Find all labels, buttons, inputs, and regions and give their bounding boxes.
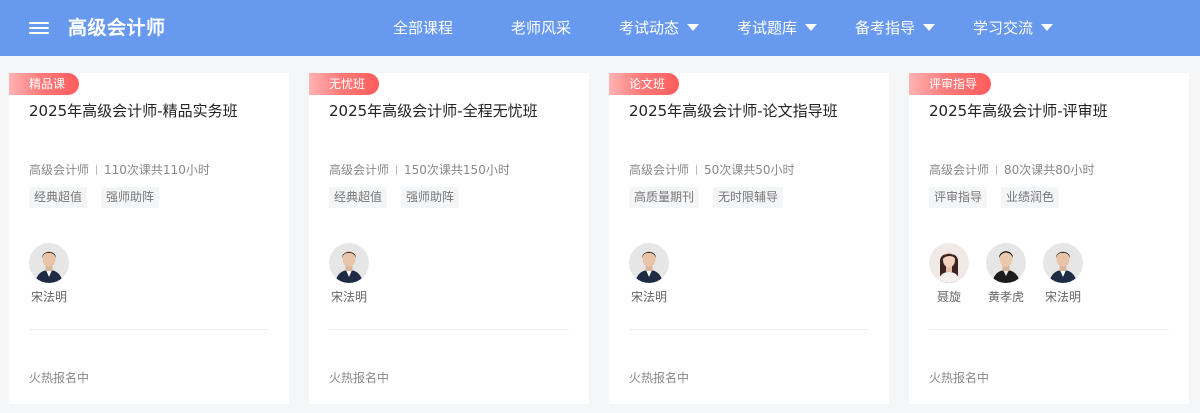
course-tags: 经典超值 强师助阵 xyxy=(329,187,460,209)
course-meta: 高级会计师 150次课共150小时 xyxy=(329,162,510,178)
course-category: 高级会计师 xyxy=(929,163,990,177)
teacher[interactable]: 黄孝虎 xyxy=(986,243,1026,304)
course-lessons: 150次课共150小时 xyxy=(404,163,510,177)
card-divider xyxy=(29,329,269,330)
course-tag: 经典超值 xyxy=(29,187,88,208)
male-teacher-avatar xyxy=(29,243,69,283)
enrollment-status: 火热报名中 xyxy=(929,371,990,385)
teacher-name: 宋法明 xyxy=(630,290,667,304)
course-meta: 高级会计师 80次课共80小时 xyxy=(929,162,1095,178)
nav-exam-news[interactable]: 考试动态 xyxy=(619,17,700,39)
teacher[interactable]: 宋法明 xyxy=(629,243,669,304)
nav-all-courses[interactable]: 全部课程 xyxy=(393,17,453,39)
enrollment-status: 火热报名中 xyxy=(329,371,390,385)
course-title[interactable]: 2025年高级会计师-评审班 xyxy=(929,100,1108,122)
course-badge: 评审指导 xyxy=(909,73,992,95)
teacher-list: 聂旋 黄孝虎 宋法明 xyxy=(929,243,1083,304)
course-lessons: 110次课共110小时 xyxy=(104,163,210,177)
course-tag: 评审指导 xyxy=(929,187,988,208)
card-divider xyxy=(329,329,569,330)
nav-teachers[interactable]: 老师风采 xyxy=(511,17,571,39)
course-meta: 高级会计师 110次课共110小时 xyxy=(29,162,210,178)
course-tag: 强师助阵 xyxy=(101,187,160,208)
hamburger-menu-icon[interactable] xyxy=(29,20,49,36)
course-category: 高级会计师 xyxy=(629,163,690,177)
meta-divider xyxy=(996,164,998,175)
course-card[interactable]: 论文班 2025年高级会计师-论文指导班 高级会计师 50次课共50小时 高质量期… xyxy=(609,73,889,404)
chevron-down-icon xyxy=(687,24,700,31)
site-brand[interactable]: 高级会计师 xyxy=(68,15,166,41)
teacher[interactable]: 宋法明 xyxy=(29,243,69,304)
chevron-down-icon xyxy=(923,24,936,31)
course-tag: 强师助阵 xyxy=(401,187,460,208)
female-teacher-avatar xyxy=(929,243,969,283)
course-card[interactable]: 评审指导 2025年高级会计师-评审班 高级会计师 80次课共80小时 评审指导 … xyxy=(909,73,1189,404)
course-badge: 无忧班 xyxy=(309,73,380,95)
teacher[interactable]: 聂旋 xyxy=(929,243,969,304)
male-teacher-avatar xyxy=(629,243,669,283)
chevron-down-icon xyxy=(805,24,818,31)
enrollment-status: 火热报名中 xyxy=(629,371,690,385)
course-tag: 无时限辅导 xyxy=(713,187,784,208)
teacher-name: 聂旋 xyxy=(936,290,961,304)
meta-divider xyxy=(396,164,398,175)
male-teacher-avatar xyxy=(986,243,1026,283)
meta-divider xyxy=(696,164,698,175)
card-divider xyxy=(929,329,1169,330)
male-teacher-avatar xyxy=(1043,243,1083,283)
course-tags: 经典超值 强师助阵 xyxy=(29,187,160,209)
top-header: 高级会计师 全部课程 老师风采 考试动态 考试题库 备考指导 学习交流 xyxy=(0,0,1200,56)
teacher-list: 宋法明 xyxy=(29,243,69,304)
course-meta: 高级会计师 50次课共50小时 xyxy=(629,162,795,178)
teacher-name: 宋法明 xyxy=(330,290,367,304)
course-badge: 精品课 xyxy=(9,73,80,95)
course-card[interactable]: 无忧班 2025年高级会计师-全程无忧班 高级会计师 150次课共150小时 经典… xyxy=(309,73,589,404)
nav-question-bank[interactable]: 考试题库 xyxy=(737,17,818,39)
course-card[interactable]: 精品课 2025年高级会计师-精品实务班 高级会计师 110次课共110小时 经典… xyxy=(9,73,289,404)
course-category: 高级会计师 xyxy=(29,163,90,177)
teacher-name: 宋法明 xyxy=(1044,290,1081,304)
teacher[interactable]: 宋法明 xyxy=(329,243,369,304)
course-lessons: 80次课共80小时 xyxy=(1004,163,1095,177)
course-tag: 业绩润色 xyxy=(1001,187,1060,208)
nav-study-guide[interactable]: 备考指导 xyxy=(855,17,936,39)
teacher-list: 宋法明 xyxy=(329,243,369,304)
course-tags: 评审指导 业绩润色 xyxy=(929,187,1060,209)
course-title[interactable]: 2025年高级会计师-精品实务班 xyxy=(29,100,238,122)
chevron-down-icon xyxy=(1041,24,1054,31)
course-title[interactable]: 2025年高级会计师-论文指导班 xyxy=(629,100,838,122)
teacher-name: 黄孝虎 xyxy=(987,290,1024,304)
card-divider xyxy=(629,329,869,330)
course-category: 高级会计师 xyxy=(329,163,390,177)
enrollment-status: 火热报名中 xyxy=(29,371,90,385)
teacher-name: 宋法明 xyxy=(30,290,67,304)
meta-divider xyxy=(96,164,98,175)
teacher[interactable]: 宋法明 xyxy=(1043,243,1083,304)
nav-learning-exchange[interactable]: 学习交流 xyxy=(973,17,1054,39)
male-teacher-avatar xyxy=(329,243,369,283)
course-badge: 论文班 xyxy=(609,73,680,95)
course-tag: 高质量期刊 xyxy=(629,187,700,208)
course-lessons: 50次课共50小时 xyxy=(704,163,795,177)
course-tags: 高质量期刊 无时限辅导 xyxy=(629,187,784,209)
course-title[interactable]: 2025年高级会计师-全程无忧班 xyxy=(329,100,538,122)
course-tag: 经典超值 xyxy=(329,187,388,208)
teacher-list: 宋法明 xyxy=(629,243,669,304)
